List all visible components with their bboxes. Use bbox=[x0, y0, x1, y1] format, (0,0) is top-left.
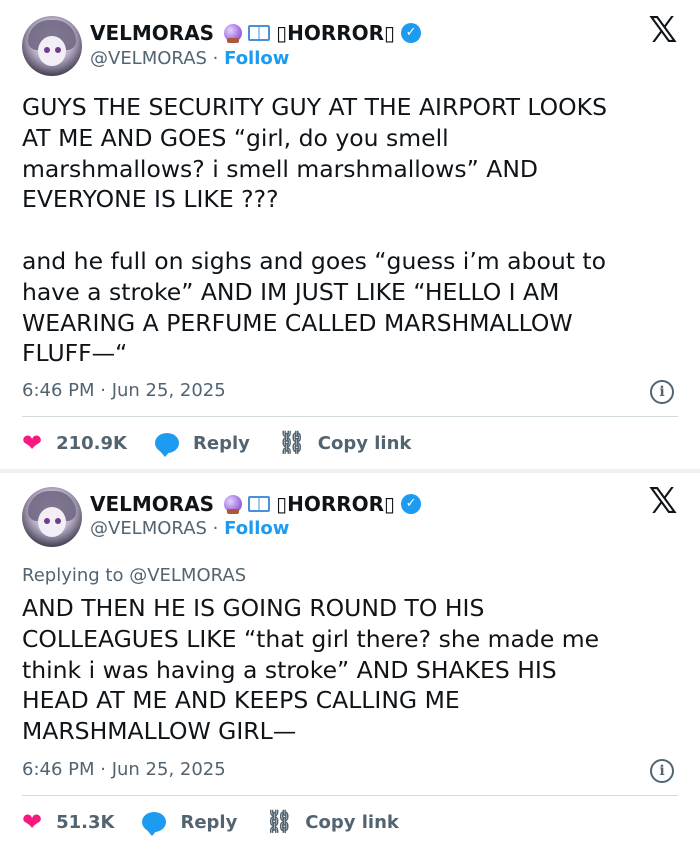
tweet-card: VELMORAS ▯HORROR▯ ✓ @VELMORAS · Follow 𝕏… bbox=[0, 473, 700, 849]
x-logo-icon[interactable]: 𝕏 bbox=[648, 13, 678, 49]
like-button[interactable]: ❤ 210.9K bbox=[22, 431, 127, 455]
tweet-card: VELMORAS ▯HORROR▯ ✓ @VELMORAS · Follow 𝕏… bbox=[0, 0, 700, 469]
follow-button[interactable]: Follow bbox=[224, 518, 289, 539]
avatar[interactable] bbox=[22, 487, 82, 547]
reply-label: Reply bbox=[193, 432, 250, 454]
like-count: 51.3K bbox=[56, 811, 115, 833]
copy-link-label: Copy link bbox=[317, 432, 412, 454]
divider bbox=[22, 795, 678, 796]
author-tag: ▯HORROR▯ bbox=[276, 21, 396, 45]
handle-row: @VELMORAS · Follow bbox=[90, 518, 289, 539]
separator-dot: · bbox=[212, 518, 225, 539]
like-count: 210.9K bbox=[56, 432, 127, 454]
action-bar: ❤ 210.9K Reply ⛓ Copy link bbox=[22, 428, 439, 458]
reply-icon bbox=[155, 433, 179, 457]
verified-badge-icon: ✓ bbox=[401, 494, 422, 514]
link-icon: ⛓ bbox=[277, 430, 306, 456]
crystal-ball-icon bbox=[224, 495, 243, 514]
like-button[interactable]: ❤ 51.3K bbox=[22, 810, 114, 834]
follow-button[interactable]: Follow bbox=[224, 48, 289, 69]
reply-button[interactable]: Reply bbox=[142, 811, 238, 836]
info-icon[interactable]: i bbox=[650, 380, 674, 404]
separator-dot: · bbox=[212, 48, 225, 69]
open-book-icon bbox=[248, 496, 271, 512]
author-name[interactable]: VELMORAS bbox=[90, 492, 214, 516]
replying-to[interactable]: Replying to @VELMORAS bbox=[22, 565, 246, 586]
copy-link-button[interactable]: ⛓ Copy link bbox=[265, 810, 399, 835]
heart-icon: ❤ bbox=[22, 808, 43, 836]
reply-label: Reply bbox=[180, 811, 238, 833]
verified-badge-icon: ✓ bbox=[401, 23, 422, 43]
tweet-text: AND THEN HE IS GOING ROUND TO HIS COLLEA… bbox=[22, 594, 600, 746]
info-icon[interactable]: i bbox=[650, 759, 674, 783]
divider bbox=[22, 416, 678, 417]
open-book-icon bbox=[248, 25, 271, 41]
author-handle[interactable]: @VELMORAS bbox=[90, 518, 207, 539]
copy-link-button[interactable]: ⛓ Copy link bbox=[278, 431, 412, 456]
tweet-text: GUYS THE SECURITY GUY AT THE AIRPORT LOO… bbox=[22, 93, 607, 368]
author-handle[interactable]: @VELMORAS bbox=[90, 48, 207, 69]
crystal-ball-icon bbox=[224, 24, 243, 43]
author-name-row[interactable]: VELMORAS ▯HORROR▯ ✓ bbox=[90, 20, 422, 46]
link-icon: ⛓ bbox=[265, 809, 294, 835]
x-logo-icon[interactable]: 𝕏 bbox=[648, 484, 678, 520]
heart-icon: ❤ bbox=[22, 429, 43, 457]
handle-row: @VELMORAS · Follow bbox=[90, 48, 289, 69]
reply-icon bbox=[142, 812, 167, 836]
action-bar: ❤ 51.3K Reply ⛓ Copy link bbox=[22, 807, 427, 837]
timestamp[interactable]: 6:46 PM · Jun 25, 2025 bbox=[22, 380, 226, 401]
avatar[interactable] bbox=[22, 16, 82, 76]
timestamp[interactable]: 6:46 PM · Jun 25, 2025 bbox=[22, 759, 226, 780]
copy-link-label: Copy link bbox=[305, 811, 399, 833]
reply-button[interactable]: Reply bbox=[155, 432, 250, 457]
author-tag: ▯HORROR▯ bbox=[276, 492, 396, 516]
author-name[interactable]: VELMORAS bbox=[90, 21, 214, 45]
author-name-row[interactable]: VELMORAS ▯HORROR▯ ✓ bbox=[90, 491, 422, 517]
